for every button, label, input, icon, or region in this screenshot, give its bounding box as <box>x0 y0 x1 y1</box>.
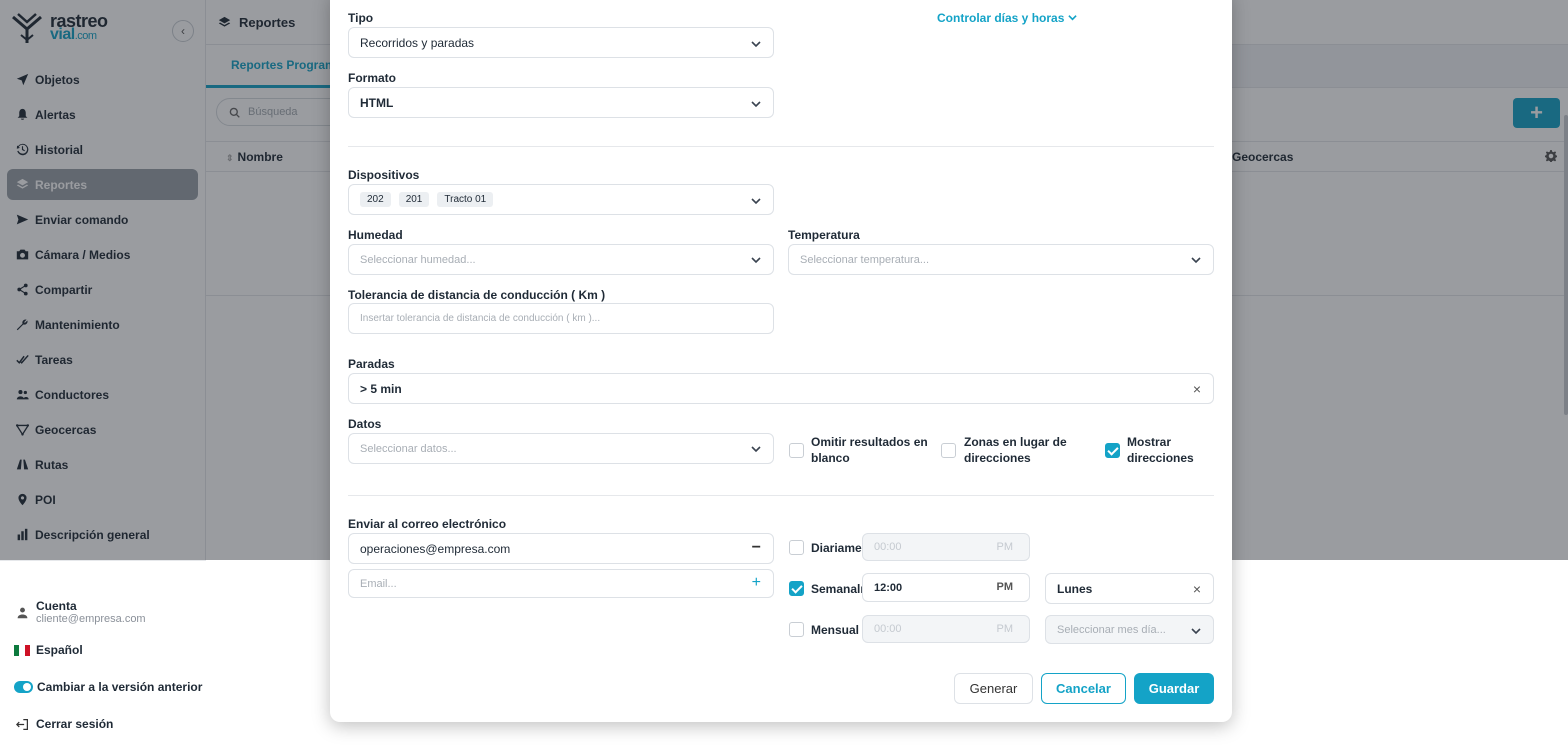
paradas-value: > 5 min <box>360 381 402 396</box>
device-tag[interactable]: 202 <box>360 192 391 207</box>
account-label: Cuenta <box>36 599 77 613</box>
temperatura-placeholder: Seleccionar temperatura... <box>800 253 930 266</box>
zonas-direcciones-label: Zonas en lugar de direcciones <box>964 434 1067 466</box>
logout-label: Cerrar sesión <box>36 717 114 731</box>
omitir-blanco-label-line2: blanco <box>811 451 850 465</box>
control-link-label: Controlar días y horas <box>937 11 1065 25</box>
temperatura-select[interactable]: Seleccionar temperatura... <box>788 244 1214 275</box>
daily-ampm[interactable]: PM <box>997 541 1014 553</box>
chevron-down-icon <box>1068 11 1078 25</box>
logout-icon <box>14 718 30 731</box>
control-days-hours-link[interactable]: Controlar días y horas <box>937 11 1078 25</box>
section-divider <box>348 146 1214 147</box>
humedad-select[interactable]: Seleccionar humedad... <box>348 244 774 275</box>
weekly-time-input[interactable]: 12:00 PM <box>862 573 1030 602</box>
report-modal: Controlar días y horas Tipo Recorridos y… <box>330 0 1232 722</box>
sidebar-footer: Cuenta cliente@empresa.com Español Cambia… <box>0 560 206 746</box>
paradas-label: Paradas <box>348 357 395 371</box>
humedad-label: Humedad <box>348 228 403 242</box>
account-link[interactable]: Cuenta cliente@empresa.com <box>14 599 146 625</box>
mostrar-direcciones-checkbox[interactable] <box>1105 443 1120 458</box>
language-label: Español <box>36 643 83 657</box>
clear-icon[interactable]: × <box>1193 581 1201 597</box>
omitir-blanco-label: Omitir resultados en blanco <box>811 434 928 466</box>
save-button[interactable]: Guardar <box>1134 673 1214 704</box>
user-icon <box>14 606 30 619</box>
formato-value: HTML <box>360 95 394 110</box>
humedad-placeholder: Seleccionar humedad... <box>360 253 476 266</box>
formato-label: Formato <box>348 71 396 85</box>
email-value: operaciones@empresa.com <box>360 541 511 556</box>
device-tag[interactable]: Tracto 01 <box>437 192 494 207</box>
add-email-icon[interactable]: + <box>752 574 761 592</box>
zonas-direcciones-label-line2: direcciones <box>964 451 1031 465</box>
datos-label: Datos <box>348 417 382 431</box>
weekly-day-value: Lunes <box>1057 581 1093 596</box>
email-entry[interactable]: operaciones@empresa.com − <box>348 533 774 564</box>
clear-icon[interactable]: × <box>1193 381 1201 397</box>
dispositivos-label: Dispositivos <box>348 168 420 182</box>
chevron-down-icon <box>751 255 761 265</box>
omitir-blanco-label-line1: Omitir resultados en <box>811 435 928 449</box>
weekly-time-value: 12:00 <box>874 581 903 594</box>
monthly-label: Mensual <box>811 623 860 637</box>
remove-email-icon[interactable]: − <box>752 539 761 557</box>
tolerancia-input[interactable]: Insertar tolerancia de distancia de cond… <box>348 303 774 334</box>
chevron-down-icon <box>751 444 761 454</box>
monthly-day-select[interactable]: Seleccionar mes día... <box>1045 615 1214 644</box>
daily-time-value: 00:00 <box>874 541 902 553</box>
formato-select[interactable]: HTML <box>348 87 774 118</box>
cancel-button[interactable]: Cancelar <box>1041 673 1126 704</box>
weekly-day-select[interactable]: Lunes × <box>1045 573 1214 604</box>
generate-button[interactable]: Generar <box>954 673 1033 704</box>
weekly-checkbox[interactable] <box>789 581 804 596</box>
monthly-checkbox[interactable] <box>789 622 804 637</box>
tolerancia-label: Tolerancia de distancia de conducción ( … <box>348 288 606 302</box>
account-email: cliente@empresa.com <box>36 613 146 625</box>
omitir-blanco-checkbox[interactable] <box>789 443 804 458</box>
mexico-flag-icon <box>14 644 30 656</box>
tolerancia-placeholder: Insertar tolerancia de distancia de cond… <box>360 313 601 324</box>
toggle-switch[interactable] <box>14 681 33 693</box>
device-tag[interactable]: 201 <box>398 192 430 207</box>
datos-select[interactable]: Seleccionar datos... <box>348 433 774 464</box>
weekly-label: Semanalm <box>811 582 862 596</box>
zonas-direcciones-checkbox[interactable] <box>941 443 956 458</box>
legacy-toggle-label: Cambiar a la versión anterior <box>37 680 203 694</box>
mostrar-direcciones-label-line1: Mostrar <box>1127 435 1172 449</box>
dispositivos-select[interactable]: 202 201 Tracto 01 <box>348 184 774 215</box>
tipo-value: Recorridos y paradas <box>360 35 475 50</box>
weekly-ampm[interactable]: PM <box>997 581 1014 593</box>
legacy-version-toggle[interactable]: Cambiar a la versión anterior <box>14 680 202 694</box>
chevron-down-icon <box>751 98 761 108</box>
chevron-down-icon <box>751 38 761 48</box>
monthly-time-value: 00:00 <box>874 623 902 635</box>
monthly-day-placeholder: Seleccionar mes día... <box>1057 623 1166 636</box>
chevron-down-icon <box>1191 626 1201 636</box>
zonas-direcciones-label-line1: Zonas en lugar de <box>964 435 1067 449</box>
tipo-select[interactable]: Recorridos y paradas <box>348 27 774 58</box>
email-placeholder: Email... <box>360 577 397 590</box>
tipo-label: Tipo <box>348 11 374 25</box>
temperatura-label: Temperatura <box>788 228 860 242</box>
email-input[interactable]: Email... + <box>348 569 774 598</box>
datos-placeholder: Seleccionar datos... <box>360 442 457 455</box>
monthly-ampm[interactable]: PM <box>997 623 1014 635</box>
mostrar-direcciones-label-line2: direcciones <box>1127 451 1194 465</box>
mostrar-direcciones-label: Mostrar direcciones <box>1127 434 1194 466</box>
monthly-time-input[interactable]: 00:00 PM <box>862 615 1030 643</box>
section-divider <box>348 495 1214 496</box>
daily-time-input[interactable]: 00:00 PM <box>862 533 1030 561</box>
chevron-down-icon <box>1191 255 1201 265</box>
language-selector[interactable]: Español <box>14 643 83 657</box>
paradas-select[interactable]: > 5 min × <box>348 373 1214 404</box>
chevron-down-icon <box>751 195 761 205</box>
daily-checkbox[interactable] <box>789 540 804 555</box>
logout-link[interactable]: Cerrar sesión <box>14 717 113 731</box>
email-label: Enviar al correo electrónico <box>348 517 507 531</box>
